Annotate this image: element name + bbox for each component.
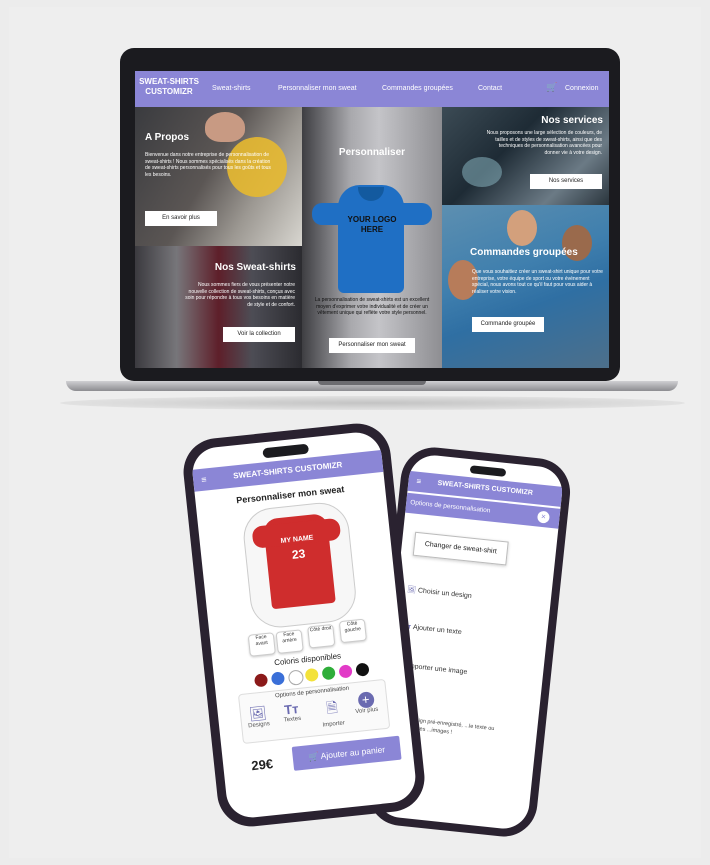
dye-image — [462, 157, 502, 187]
sweatshirts-panel: Nos Sweat-shirts Nous sommes fiers de vo… — [135, 246, 302, 368]
nav-item-contact[interactable]: Contact — [478, 85, 502, 92]
options-box: Options de personnalisation 🖼 Designs Tт T… — [237, 678, 391, 745]
phone1-screen: ≡ SWEAT-SHIRTS CUSTOMIZR Personnaliser m… — [190, 430, 418, 820]
brand-logo[interactable]: SWEAT-SHIRTS CUSTOMIZR — [138, 77, 200, 97]
phone2-notch — [469, 465, 507, 477]
collection-button[interactable]: Voir la collection — [223, 327, 295, 342]
customize-text: La personnalisation de sweat-shirts est … — [314, 297, 430, 316]
preview-frame: MY NAME 23 — [240, 499, 359, 631]
cart-icon[interactable]: 🛒 — [546, 82, 557, 93]
texts-option[interactable]: Tт Textes — [282, 701, 302, 724]
group-title: Commandes groupées — [470, 247, 578, 258]
designs-option[interactable]: 🖼 Designs — [246, 704, 270, 729]
color-swatch[interactable] — [338, 664, 353, 679]
top-navbar: SWEAT-SHIRTS CUSTOMIZR Sweat-shirts Pers… — [135, 71, 609, 107]
color-swatch[interactable] — [253, 673, 269, 688]
customize-button[interactable]: Personnaliser mon sweat — [329, 338, 415, 353]
image-icon: 🖼 — [406, 586, 417, 595]
file-upload-icon: 🗎 — [325, 698, 339, 717]
group-text: Que vous souhaitiez créer un sweat-shirt… — [472, 269, 603, 295]
price-text: 29€ — [250, 756, 274, 774]
cart-icon: 🛒 — [307, 751, 320, 763]
more-option[interactable]: + Voir plus — [353, 691, 379, 715]
phone1-notch — [262, 443, 310, 459]
face-back-button[interactable]: Face arrière — [275, 629, 304, 654]
color-swatch[interactable] — [270, 671, 286, 686]
choose-design-item[interactable]: 🖼 Choisir un design — [407, 585, 472, 600]
services-panel: Nos services Nous proposons une large sé… — [442, 107, 609, 205]
add-to-cart-button[interactable]: 🛒 Ajouter au panier — [291, 735, 402, 771]
laptop-shadow — [60, 396, 685, 410]
person-image — [205, 112, 245, 142]
group-order-button[interactable]: Commande groupée — [472, 317, 544, 332]
about-more-button[interactable]: En savoir plus — [145, 211, 217, 226]
customize-panel: Personnaliser YOUR LOGO HERE La personna… — [302, 107, 442, 368]
login-link[interactable]: Connexion — [565, 85, 598, 92]
face-front-button[interactable]: Face avant — [247, 632, 276, 657]
color-swatch[interactable] — [304, 667, 319, 683]
side-right-button[interactable]: Côté droit — [307, 623, 336, 649]
nav-item-sweatshirts[interactable]: Sweat-shirts — [212, 85, 251, 92]
services-text: Nous proposons une large sélection de co… — [486, 130, 602, 156]
group-panel: Commandes groupées Que vous souhaitiez c… — [442, 205, 609, 368]
menu-icon[interactable]: ≡ — [415, 472, 422, 492]
laptop-notch — [318, 381, 426, 385]
services-button[interactable]: Nos services — [530, 174, 602, 189]
sweatshirts-title: Nos Sweat-shirts — [214, 262, 296, 273]
sweatshirts-text: Nous sommes fiers de vous présenter notr… — [185, 282, 295, 308]
color-swatch[interactable] — [321, 666, 336, 681]
hoodie-image: YOUR LOGO HERE — [312, 185, 432, 295]
add-text-item[interactable]: Tт Ajouter un texte — [403, 623, 462, 636]
about-panel: A Propos Bienvenue dans notre entreprise… — [135, 107, 302, 246]
import-option[interactable]: 🗎 Importer — [320, 696, 345, 729]
color-swatch[interactable] — [287, 669, 305, 686]
color-swatch[interactable] — [355, 662, 370, 677]
about-title: A Propos — [145, 132, 190, 143]
close-icon[interactable]: × — [536, 510, 551, 524]
plus-icon: + — [356, 691, 375, 709]
laptop-screen: SWEAT-SHIRTS CUSTOMIZR Sweat-shirts Pers… — [135, 71, 609, 368]
services-title: Nos services — [541, 115, 603, 126]
about-text: Bienvenue dans notre entreprise de perso… — [145, 152, 271, 178]
nav-item-commandes[interactable]: Commandes groupées — [382, 85, 453, 92]
customize-title: Personnaliser — [338, 147, 406, 158]
phone-primary: ≡ SWEAT-SHIRTS CUSTOMIZR Personnaliser m… — [180, 420, 428, 830]
side-left-button[interactable]: Côté gauche — [338, 618, 367, 644]
menu-icon[interactable]: ≡ — [200, 468, 208, 490]
change-sweatshirt-button[interactable]: Changer de sweat-shirt — [412, 531, 509, 566]
nav-item-personnaliser[interactable]: Personnaliser mon sweat — [278, 85, 357, 92]
